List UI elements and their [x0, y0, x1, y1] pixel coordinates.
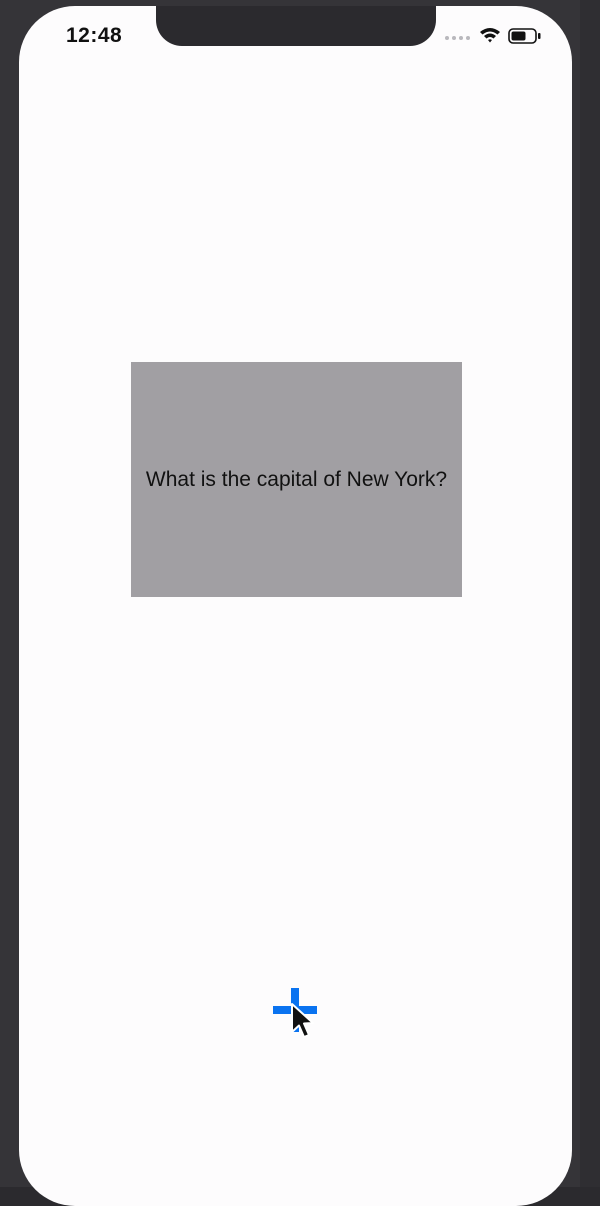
signal-dots-icon	[445, 36, 471, 42]
battery-icon	[508, 28, 541, 44]
flashcard[interactable]: What is the capital of New York?	[131, 362, 462, 597]
background-window-strip	[580, 0, 600, 1187]
wifi-icon	[480, 28, 500, 43]
notch	[156, 6, 436, 46]
status-icons	[445, 26, 545, 48]
flashcard-question: What is the capital of New York?	[145, 467, 448, 491]
mouse-cursor-icon	[291, 1003, 314, 1038]
phone-screen: 12:48 What is the capital of New York?	[19, 6, 572, 1206]
status-time: 12:48	[66, 24, 123, 47]
device-frame: 12:48 What is the capital of New York?	[0, 0, 600, 1206]
